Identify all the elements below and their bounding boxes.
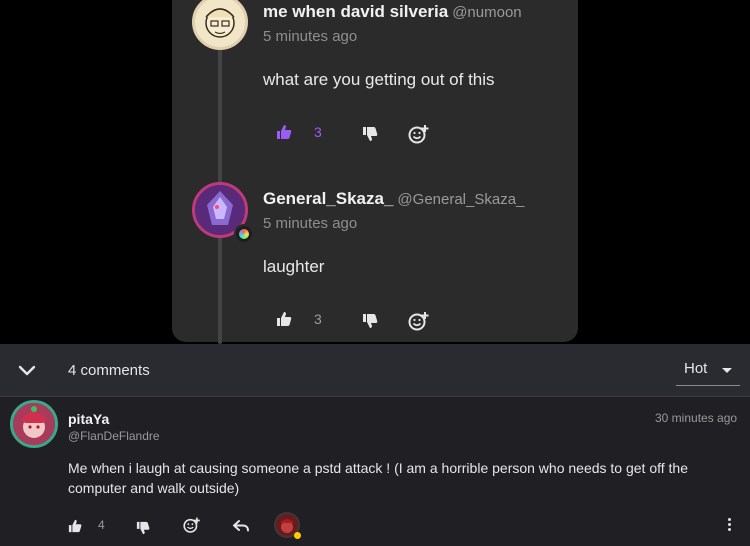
reply1-handle[interactable]: @numoon: [452, 4, 521, 21]
chevron-down-icon[interactable]: [18, 362, 36, 381]
sort-label: Hot: [684, 360, 708, 377]
add-reaction-icon[interactable]: [408, 310, 430, 336]
comment-handle[interactable]: @FlanDeFlandre: [68, 429, 160, 443]
reply2-text: laughter: [263, 257, 325, 276]
like-icon[interactable]: [68, 518, 82, 537]
dislike-icon[interactable]: [362, 313, 378, 333]
reply2-time: 5 minutes ago: [263, 215, 358, 232]
caret-down-icon: [722, 368, 732, 373]
comment-text: Me when i laugh at causing someone a pst…: [68, 460, 688, 496]
reply2-username[interactable]: General_Skaza_: [263, 189, 393, 208]
online-status-icon: [294, 532, 301, 539]
reply-icon[interactable]: [233, 518, 249, 537]
add-reaction-icon[interactable]: [183, 516, 201, 538]
reply1-like-count: 3: [314, 124, 322, 140]
dislike-icon[interactable]: [136, 520, 150, 539]
comments-panel: 4 comments Hot pitaYa @FlanDeFlandre 30 …: [0, 344, 750, 546]
avatar-pitaya[interactable]: [10, 400, 58, 448]
comments-count: 4 comments: [68, 362, 150, 379]
reply1-username-line[interactable]: me when david silveria @numoon: [263, 2, 522, 22]
thread-card: [172, 0, 578, 342]
comment-time: 30 minutes ago: [655, 411, 738, 425]
reply1-text: what are you getting out of this: [263, 70, 495, 89]
comments-header: 4 comments Hot: [0, 344, 750, 397]
like-icon[interactable]: [276, 124, 292, 144]
add-reaction-icon[interactable]: [408, 123, 430, 149]
comment-username[interactable]: pitaYa: [68, 411, 109, 427]
reply2-handle[interactable]: @General_Skaza_: [397, 191, 524, 208]
reply1-username[interactable]: me when david silveria: [263, 2, 448, 21]
comment-like-count: 4: [98, 518, 105, 532]
like-icon[interactable]: [276, 311, 292, 331]
reply2-like-count: 3: [314, 311, 322, 327]
verified-badge-icon: [234, 224, 254, 244]
sort-dropdown[interactable]: Hot: [676, 355, 740, 386]
more-icon[interactable]: [728, 518, 731, 533]
reply1-time: 5 minutes ago: [263, 28, 358, 45]
reply2-username-line[interactable]: General_Skaza_ @General_Skaza_: [263, 189, 524, 209]
thread-area: me when david silveria @numoon 5 minutes …: [0, 0, 750, 344]
dislike-icon[interactable]: [362, 126, 378, 146]
